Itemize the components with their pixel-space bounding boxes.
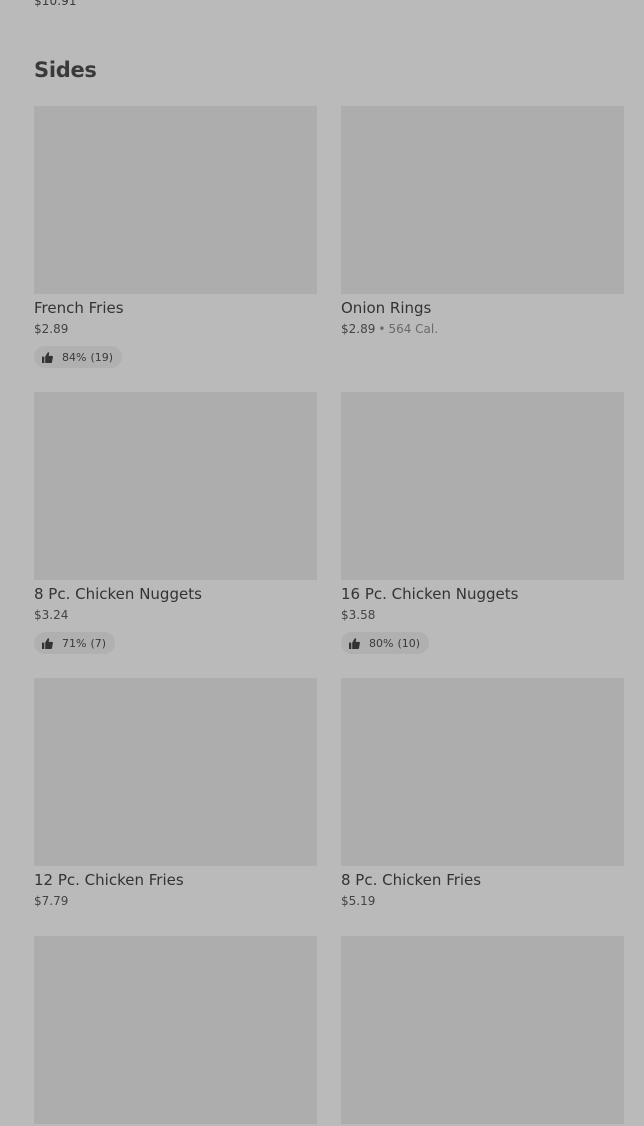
menu-item-card[interactable]: 16 Pc. Chicken Nuggets $3.58 80% (10) <box>341 392 624 654</box>
item-name: French Fries <box>34 299 124 317</box>
item-meta: $2.89 • 564 Cal. <box>341 321 624 337</box>
rating-count: (10) <box>397 636 421 650</box>
separator-dot: • <box>378 322 386 336</box>
item-meta: $3.58 <box>341 607 624 623</box>
item-meta: $3.24 <box>34 607 317 623</box>
rating-percent: 80% <box>369 636 394 650</box>
item-image <box>34 392 317 580</box>
item-price: $2.89 <box>341 322 376 336</box>
rating-badge: 80% (10) <box>341 632 430 654</box>
rating-badge: 84% (19) <box>34 346 123 368</box>
thumbs-up-icon <box>42 637 53 649</box>
rating-badge: 71% (7) <box>34 632 116 654</box>
item-price: $2.89 <box>34 322 69 336</box>
rating-count: (19) <box>90 350 114 364</box>
menu-item-card[interactable] <box>34 936 317 1124</box>
item-image <box>341 106 624 294</box>
thumbs-up-icon <box>349 637 360 649</box>
item-price: $5.19 <box>341 894 376 908</box>
section-title: Sides <box>34 58 97 82</box>
rating-percent: 71% <box>62 636 87 650</box>
item-calories: 564 Cal. <box>388 322 439 336</box>
item-name: 16 Pc. Chicken Nuggets <box>341 585 519 603</box>
thumbs-up-icon <box>42 351 53 363</box>
item-meta: $2.89 <box>34 321 317 337</box>
item-image <box>34 106 317 294</box>
item-price: $3.58 <box>341 608 376 622</box>
item-image <box>341 392 624 580</box>
previous-item-price: $10.91 <box>34 0 77 8</box>
menu-item-card[interactable]: French Fries $2.89 84% (19) <box>34 106 317 368</box>
item-image <box>341 678 624 866</box>
menu-item-card[interactable] <box>341 936 624 1124</box>
item-name: 8 Pc. Chicken Fries <box>341 871 482 889</box>
item-image <box>34 678 317 866</box>
item-price: $3.24 <box>34 608 69 622</box>
item-meta: $5.19 <box>341 893 624 909</box>
item-name: 12 Pc. Chicken Fries <box>34 871 184 889</box>
item-meta: $7.79 <box>34 893 317 909</box>
menu-item-card[interactable]: 8 Pc. Chicken Nuggets $3.24 71% (7) <box>34 392 317 654</box>
item-image <box>34 936 317 1124</box>
menu-item-card[interactable]: 12 Pc. Chicken Fries $7.79 <box>34 678 317 909</box>
item-name: 8 Pc. Chicken Nuggets <box>34 585 202 603</box>
item-price: $7.79 <box>34 894 69 908</box>
item-name: Onion Rings <box>341 299 432 317</box>
item-image <box>341 936 624 1124</box>
menu-item-card[interactable]: 8 Pc. Chicken Fries $5.19 <box>341 678 624 909</box>
menu-item-card[interactable]: Onion Rings $2.89 • 564 Cal. <box>341 106 624 337</box>
rating-percent: 84% <box>62 350 87 364</box>
rating-count: (7) <box>90 636 107 650</box>
